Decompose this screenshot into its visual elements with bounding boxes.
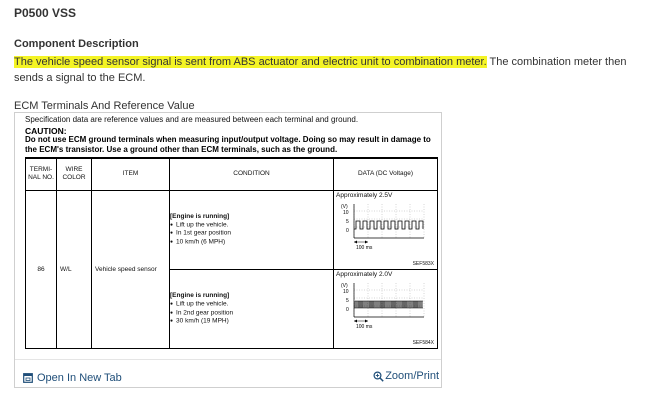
condition-list: Lift up the vehicle. In 1st gear positio…	[170, 221, 333, 247]
scope-tick-label: 0	[346, 228, 349, 234]
reference-image-card: Specification data are reference values …	[14, 112, 442, 388]
zoom-print-link[interactable]: Zoom/Print	[373, 370, 439, 382]
header-condition: CONDITION	[169, 157, 334, 191]
table-row: 86 W/L Vehicle speed sensor [Engine is r…	[25, 189, 438, 349]
scope-waveform-2: (V) 10 5 0 100 ms	[341, 282, 425, 330]
condition-list: Lift up the vehicle. In 2nd gear positio…	[170, 300, 333, 326]
header-item: ITEM	[91, 157, 170, 191]
data-cell-2: Approximately 2.0V (V) 10 5 0 100 ms SEF…	[333, 268, 438, 350]
open-in-new-tab-link[interactable]: Open In New Tab	[23, 372, 122, 384]
figure-id: SEF583X	[412, 260, 434, 267]
scope-tick-label: 0	[346, 307, 349, 313]
condition-bullet: In 2nd gear position	[170, 309, 333, 318]
dense-wave-trace	[354, 300, 423, 308]
cell-wire-color: W/L	[56, 189, 92, 349]
open-in-new-tab-icon	[23, 373, 33, 383]
condition-cell-1: [Engine is running] Lift up the vehicle.…	[169, 189, 334, 270]
caution-text: Do not use ECM ground terminals when mea…	[25, 135, 431, 154]
data-value: Approximately 2.5V	[336, 191, 393, 199]
scope-tick-label: 10	[343, 289, 349, 295]
cell-item: Vehicle speed sensor	[91, 189, 170, 349]
cell-terminal-no: 86	[25, 189, 57, 349]
scope-tick-label: 5	[346, 219, 349, 225]
card-footer: Open In New Tab Zoom/Print	[15, 359, 441, 390]
ecm-terminal-table: TERMI-NAL NO. WIRE COLOR ITEM CONDITION …	[25, 157, 438, 350]
figure-id: SEF584X	[412, 340, 434, 346]
scope-tick-label: 5	[346, 298, 349, 304]
condition-bullet: Lift up the vehicle.	[170, 221, 333, 230]
condition-bullet: In 1st gear position	[170, 229, 333, 238]
scope-tick-label: 10	[343, 210, 349, 216]
condition-cell-2: [Engine is running] Lift up the vehicle.…	[169, 268, 334, 350]
open-in-new-tab-label: Open In New Tab	[37, 372, 122, 384]
data-cell-1: Approximately 2.5V (V) 10 5 0 100 ms SEF…	[333, 189, 438, 270]
table-header-row: TERMI-NAL NO. WIRE COLOR ITEM CONDITION …	[25, 157, 438, 191]
condition-bullet: 10 km/h (6 MPH)	[170, 238, 333, 247]
component-description-heading: Component Description	[14, 38, 139, 50]
scope-time-label: 100 ms	[356, 324, 373, 330]
header-terminal-no: TERMI-NAL NO.	[25, 157, 57, 191]
data-value: Approximately 2.0V	[336, 270, 393, 278]
zoom-print-label: Zoom/Print	[385, 370, 439, 382]
zoom-magnifier-icon	[373, 371, 384, 382]
header-wire-color: WIRE COLOR	[56, 157, 92, 191]
condition-heading: [Engine is running]	[170, 212, 230, 220]
ecm-terminals-heading: ECM Terminals And Reference Value	[14, 100, 195, 112]
condition-heading: [Engine is running]	[170, 291, 230, 299]
dtc-title: P0500 VSS	[14, 6, 77, 20]
scope-waveform-1: (V) 10 5 0 100 ms	[341, 203, 425, 251]
highlighted-sentence: The vehicle speed sensor signal is sent …	[14, 56, 487, 68]
component-description-text: The vehicle speed sensor signal is sent …	[14, 54, 639, 86]
spec-note: Specification data are reference values …	[25, 115, 359, 124]
condition-bullet: Lift up the vehicle.	[170, 300, 333, 309]
condition-bullet: 30 km/h (19 MPH)	[170, 317, 333, 326]
square-wave-trace	[354, 220, 424, 229]
header-data: DATA (DC Voltage)	[333, 157, 438, 191]
scope-time-label: 100 ms	[356, 245, 373, 251]
